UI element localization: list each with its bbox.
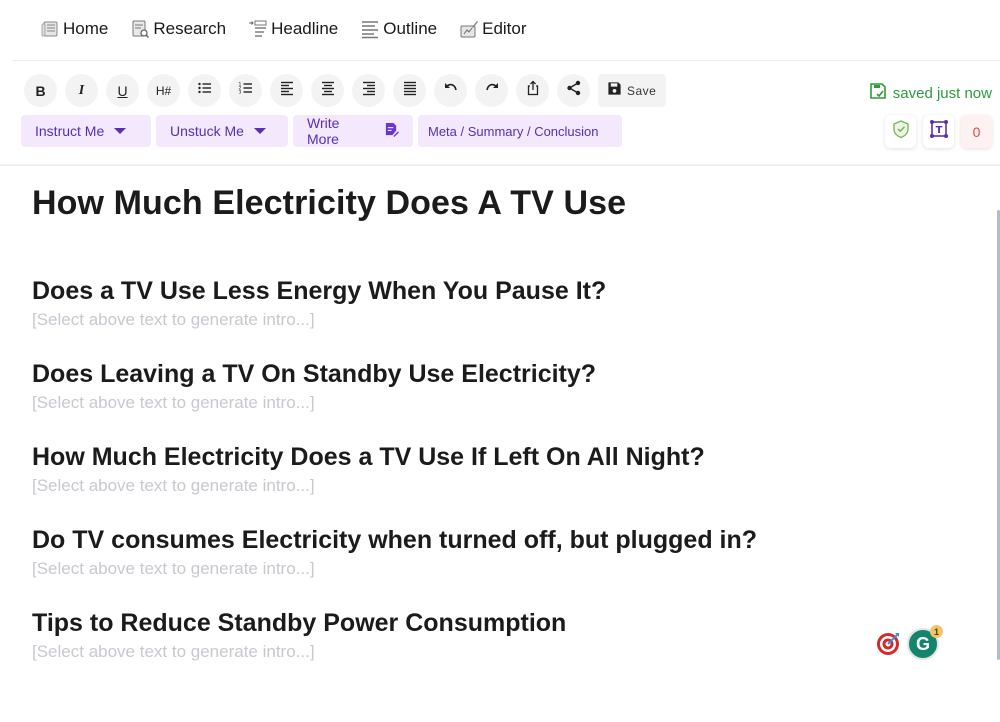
italic-button[interactable]: I — [65, 74, 98, 107]
save-icon — [607, 81, 622, 101]
share-icon — [566, 80, 582, 101]
align-justify-icon — [402, 80, 418, 101]
instruct-me-label: Instruct Me — [35, 123, 105, 139]
save-label: Save — [627, 83, 657, 98]
write-document-icon — [384, 122, 399, 140]
target-goal-button[interactable] — [876, 632, 900, 656]
heading-button[interactable]: H# — [147, 74, 180, 107]
editor-icon — [459, 19, 479, 39]
editor-document[interactable]: How Much Electricity Does A TV Use Does … — [32, 180, 952, 664]
target-icon — [876, 633, 900, 660]
meta-summary-conclusion-button[interactable]: Meta / Summary / Conclusion — [418, 115, 622, 147]
intro-placeholder[interactable]: [Select above text to generate intro...] — [32, 308, 952, 332]
chevron-down-icon — [253, 128, 266, 134]
research-icon — [130, 19, 150, 39]
document-title[interactable]: How Much Electricity Does A TV Use — [32, 180, 952, 226]
issue-count-badge[interactable]: 0 — [961, 115, 992, 148]
divider — [0, 164, 1000, 166]
write-more-label: Write More — [307, 115, 340, 147]
section-heading[interactable]: Does a TV Use Less Energy When You Pause… — [32, 275, 952, 307]
saved-text: saved just now — [892, 84, 992, 102]
nav-headline-label: Headline — [271, 19, 339, 38]
unstuck-me-dropdown[interactable]: Unstuck Me — [156, 115, 288, 147]
align-center-button[interactable] — [311, 74, 344, 107]
grammarly-badge: 1 — [930, 625, 943, 638]
align-left-button[interactable] — [270, 74, 303, 107]
top-nav: Home Research Headline Outline Editor — [40, 17, 527, 41]
bullet-list-icon — [197, 80, 213, 101]
nav-editor[interactable]: Editor — [459, 19, 527, 39]
write-more-button[interactable]: Write More — [293, 115, 413, 147]
numbered-list-icon: 123 — [238, 80, 254, 101]
text-frame-icon: T — [929, 119, 949, 144]
align-right-button[interactable] — [352, 74, 385, 107]
sections-list: Does a TV Use Less Energy When You Pause… — [32, 275, 952, 664]
section: Does a TV Use Less Energy When You Pause… — [32, 275, 952, 332]
intro-placeholder[interactable]: [Select above text to generate intro...] — [32, 474, 952, 498]
svg-text:T: T — [935, 125, 942, 136]
nav-research[interactable]: Research — [130, 19, 226, 39]
nav-outline-label: Outline — [383, 19, 438, 38]
unstuck-me-label: Unstuck Me — [170, 123, 244, 139]
redo-button[interactable] — [475, 74, 508, 107]
undo-icon — [443, 80, 459, 101]
bold-label: B — [35, 82, 46, 99]
share-button[interactable] — [557, 74, 590, 107]
svg-text:3: 3 — [238, 90, 241, 96]
align-center-icon — [320, 80, 336, 101]
issue-count: 0 — [972, 123, 981, 140]
align-right-icon — [361, 80, 377, 101]
nav-headline[interactable]: Headline — [248, 19, 338, 39]
intro-placeholder[interactable]: [Select above text to generate intro...] — [32, 640, 952, 664]
ai-actions-bar: Instruct Me Unstuck Me Write More Meta /… — [21, 115, 622, 147]
numbered-list-button[interactable]: 123 — [229, 74, 262, 107]
export-icon — [525, 80, 541, 101]
bullet-list-button[interactable] — [188, 74, 221, 107]
heading-label: H# — [155, 83, 172, 98]
shield-check-icon — [891, 119, 911, 144]
divider — [12, 60, 1000, 61]
nav-outline[interactable]: Outline — [360, 19, 437, 39]
section: Do TV consumes Electricity when turned o… — [32, 524, 952, 581]
meta-summary-conclusion-label: Meta / Summary / Conclusion — [428, 123, 599, 139]
outline-icon — [360, 19, 380, 39]
redo-icon — [484, 80, 500, 101]
nav-research-label: Research — [153, 19, 227, 38]
bold-button[interactable]: B — [24, 74, 57, 107]
italic-label: I — [78, 82, 85, 98]
save-button[interactable]: Save — [598, 74, 667, 107]
plagiarism-check-button[interactable] — [885, 115, 916, 148]
undo-button[interactable] — [434, 74, 467, 107]
status-icons: T 0 — [885, 115, 992, 148]
instruct-me-dropdown[interactable]: Instruct Me — [21, 115, 151, 147]
nav-home-label: Home — [63, 19, 109, 38]
align-left-icon — [279, 80, 295, 101]
section: Tips to Reduce Standby Power Consumption… — [32, 607, 952, 664]
text-transform-button[interactable]: T — [923, 115, 954, 148]
underline-button[interactable]: U — [106, 74, 139, 107]
export-button[interactable] — [516, 74, 549, 107]
intro-placeholder[interactable]: [Select above text to generate intro...] — [32, 391, 952, 415]
section: How Much Electricity Does a TV Use If Le… — [32, 441, 952, 498]
section-heading[interactable]: Does Leaving a TV On Standby Use Electri… — [32, 358, 952, 390]
section: Does Leaving a TV On Standby Use Electri… — [32, 358, 952, 415]
home-newspaper-icon — [40, 19, 60, 39]
grammarly-icon: G — [915, 633, 930, 654]
saved-check-icon — [869, 82, 887, 104]
chevron-down-icon — [114, 128, 127, 134]
nav-editor-label: Editor — [482, 19, 527, 38]
section-heading[interactable]: Do TV consumes Electricity when turned o… — [32, 524, 952, 556]
section-heading[interactable]: How Much Electricity Does a TV Use If Le… — [32, 441, 952, 473]
underline-label: U — [117, 82, 128, 99]
save-status: saved just now — [869, 82, 992, 104]
headline-icon — [248, 19, 268, 39]
grammarly-button[interactable]: G 1 — [907, 625, 943, 660]
formatting-toolbar: B I U H# 123 Save — [24, 74, 667, 107]
nav-home[interactable]: Home — [40, 19, 108, 39]
align-justify-button[interactable] — [393, 74, 426, 107]
section-heading[interactable]: Tips to Reduce Standby Power Consumption — [32, 607, 952, 639]
intro-placeholder[interactable]: [Select above text to generate intro...] — [32, 557, 952, 581]
